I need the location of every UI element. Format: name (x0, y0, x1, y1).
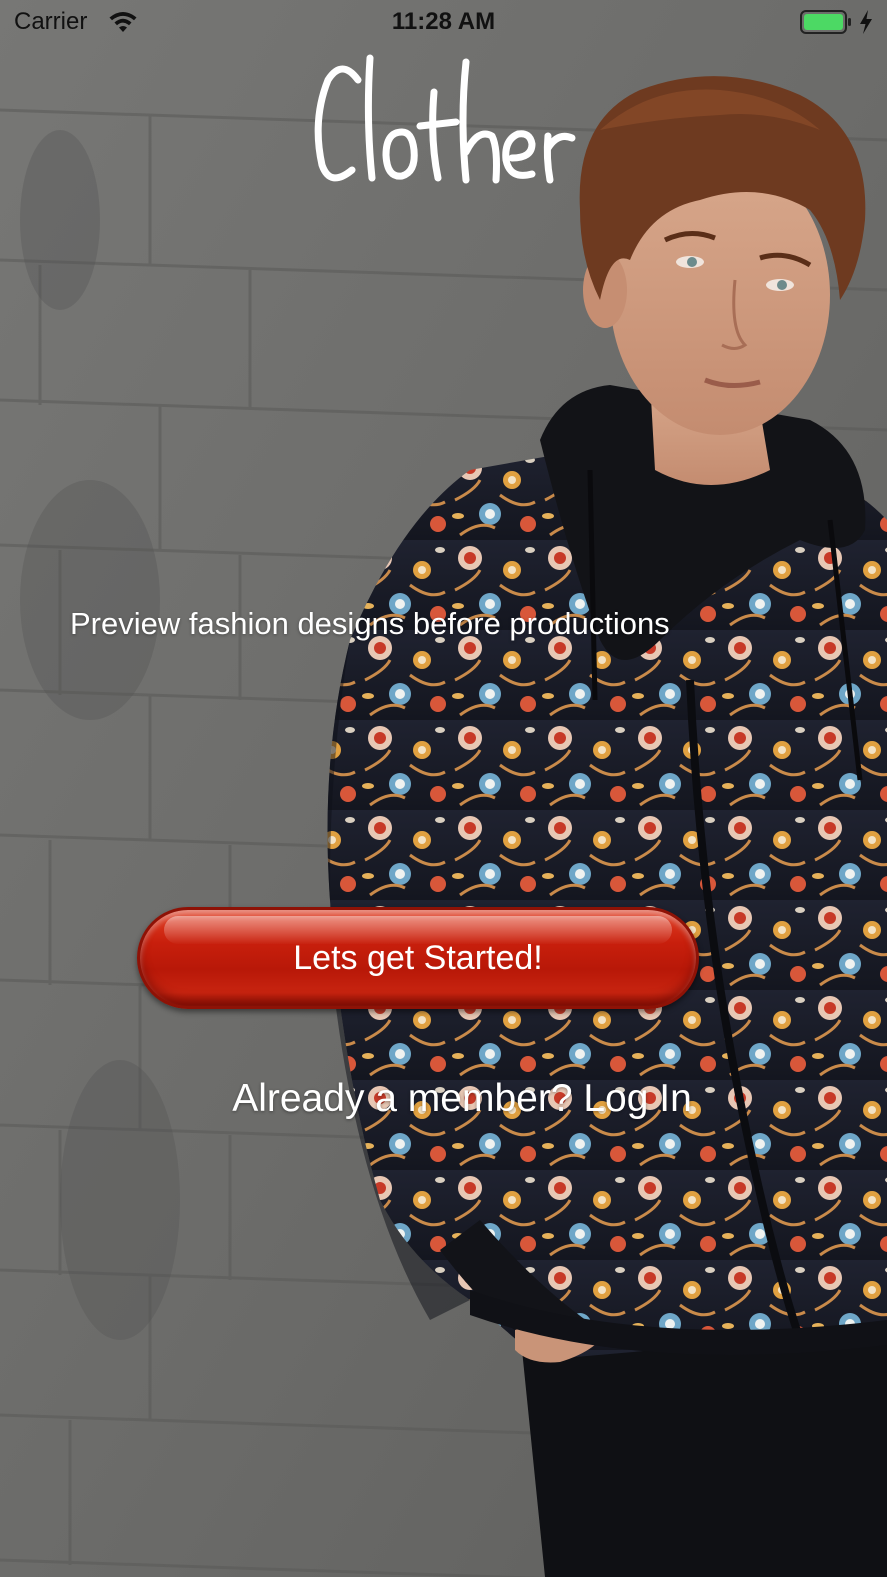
welcome-screen: Preview fashion designs before productio… (0, 0, 887, 1577)
status-time: 11:28 AM (391, 8, 496, 35)
get-started-button[interactable]: Lets get Started! (137, 907, 699, 1009)
battery-full-icon (800, 10, 851, 34)
login-link-label: Already a member? Log In (232, 1077, 692, 1120)
get-started-label: Lets get Started! (293, 938, 543, 977)
status-bar: Carrier 11:28 AM (0, 0, 887, 44)
lightning-bolt-icon (860, 10, 872, 34)
app-logo (314, 54, 576, 184)
tagline-text: Preview fashion designs before productio… (70, 606, 670, 641)
login-link[interactable]: Already a member? Log In (0, 1077, 887, 1121)
